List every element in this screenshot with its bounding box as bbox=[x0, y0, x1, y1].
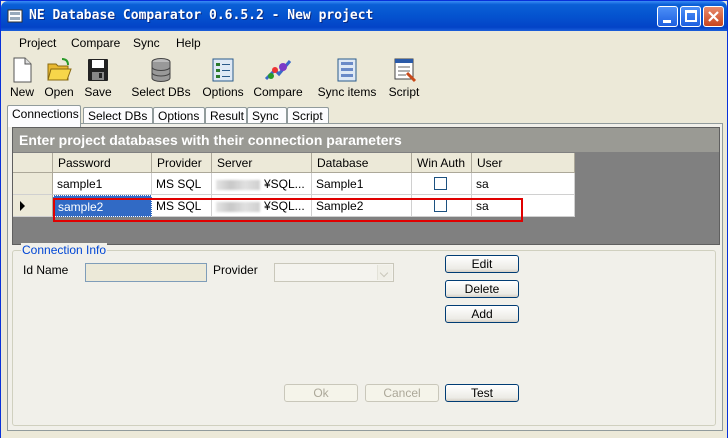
column-header-provider[interactable]: Provider bbox=[152, 153, 212, 173]
selected-row-highlight bbox=[53, 198, 523, 222]
sync-items-button[interactable]: Sync items bbox=[316, 57, 378, 101]
grid-panel-header: Enter project databases with their conne… bbox=[13, 128, 719, 152]
save-disk-icon bbox=[88, 59, 108, 81]
redacted-server-host bbox=[216, 179, 260, 190]
add-button[interactable]: Add bbox=[445, 305, 519, 323]
app-window: NE Database Comparator 0.6.5.2 - New pro… bbox=[0, 0, 728, 438]
compare-label: Compare bbox=[253, 85, 303, 99]
current-row-arrow-icon bbox=[20, 201, 25, 211]
app-icon bbox=[7, 9, 23, 23]
provider-label: Provider bbox=[213, 263, 258, 277]
menu-project[interactable]: Project bbox=[19, 36, 56, 50]
connection-info-group: Connection Info Id Name Provider Edit De… bbox=[12, 243, 716, 426]
column-header-server[interactable]: Server bbox=[212, 153, 312, 173]
window-title: NE Database Comparator 0.6.5.2 - New pro… bbox=[29, 8, 374, 23]
open-folder-icon bbox=[47, 58, 72, 81]
grid-header-row: Password Provider Server Database Win Au… bbox=[13, 153, 575, 173]
options-label: Options bbox=[202, 85, 244, 99]
connections-grid-panel: Enter project databases with their conne… bbox=[12, 127, 720, 245]
column-header-win-auth[interactable]: Win Auth bbox=[412, 153, 472, 173]
provider-select[interactable] bbox=[274, 263, 394, 282]
sync-items-icon bbox=[337, 58, 357, 82]
open-button[interactable]: Open bbox=[43, 57, 75, 101]
maximize-button[interactable] bbox=[680, 6, 701, 27]
menu-sync[interactable]: Sync bbox=[133, 36, 160, 50]
menu-help[interactable]: Help bbox=[176, 36, 201, 50]
cancel-button[interactable]: Cancel bbox=[365, 384, 439, 402]
close-button[interactable] bbox=[703, 6, 724, 27]
menu-compare[interactable]: Compare bbox=[71, 36, 120, 50]
database-icon bbox=[151, 58, 171, 82]
minimize-icon bbox=[663, 20, 671, 23]
status-bar bbox=[1, 431, 727, 438]
column-header-password[interactable]: Password bbox=[53, 153, 152, 173]
save-button[interactable]: Save bbox=[83, 57, 113, 101]
sync-items-label: Sync items bbox=[317, 85, 377, 99]
delete-button[interactable]: Delete bbox=[445, 280, 519, 298]
new-file-icon bbox=[13, 57, 32, 83]
connections-tab-page: Enter project databases with their conne… bbox=[7, 123, 723, 431]
ok-button[interactable]: Ok bbox=[284, 384, 358, 402]
toolbar: New Open Save Select DBs Options Compare… bbox=[1, 55, 727, 101]
script-icon bbox=[394, 58, 417, 83]
new-label: New bbox=[9, 85, 34, 99]
compare-button[interactable]: Compare bbox=[253, 57, 303, 101]
maximize-icon bbox=[685, 10, 697, 22]
cell-server-text: ¥SQL... bbox=[264, 177, 305, 191]
cell-provider[interactable]: MS SQL bbox=[152, 173, 212, 195]
cell-database[interactable]: Sample1 bbox=[312, 173, 412, 195]
save-label: Save bbox=[84, 85, 112, 99]
connection-info-legend: Connection Info bbox=[21, 243, 108, 257]
row-header-corner bbox=[13, 153, 53, 173]
new-button[interactable]: New bbox=[7, 57, 37, 101]
cell-password[interactable]: sample1 bbox=[53, 173, 152, 195]
id-name-label: Id Name bbox=[23, 263, 69, 277]
script-button[interactable]: Script bbox=[385, 57, 423, 101]
open-label: Open bbox=[44, 85, 74, 99]
title-bar[interactable]: NE Database Comparator 0.6.5.2 - New pro… bbox=[1, 1, 727, 31]
select-dbs-label: Select DBs bbox=[131, 85, 191, 99]
script-label: Script bbox=[388, 85, 420, 99]
tab-connections[interactable]: Connections bbox=[7, 105, 81, 127]
close-icon bbox=[708, 11, 719, 22]
row-header[interactable] bbox=[13, 195, 53, 217]
minimize-button[interactable] bbox=[657, 6, 678, 27]
cell-user[interactable]: sa bbox=[472, 173, 575, 195]
cell-server[interactable]: ¥SQL... bbox=[212, 173, 312, 195]
select-dbs-button[interactable]: Select DBs bbox=[129, 57, 193, 101]
test-button[interactable]: Test bbox=[445, 384, 519, 402]
column-header-database[interactable]: Database bbox=[312, 153, 412, 173]
cell-win-auth[interactable] bbox=[412, 173, 472, 195]
win-auth-checkbox[interactable] bbox=[434, 177, 447, 190]
chevron-down-icon bbox=[377, 265, 392, 280]
table-row[interactable]: sample1 MS SQL ¥SQL... Sample1 sa bbox=[13, 173, 575, 195]
menu-bar: Project Compare Sync Help bbox=[1, 31, 727, 55]
id-name-field[interactable] bbox=[85, 263, 207, 282]
edit-button[interactable]: Edit bbox=[445, 255, 519, 273]
options-button[interactable]: Options bbox=[201, 57, 245, 101]
column-header-user[interactable]: User bbox=[472, 153, 575, 173]
row-header[interactable] bbox=[13, 173, 53, 195]
compare-icon bbox=[264, 60, 292, 81]
options-icon bbox=[212, 58, 234, 82]
